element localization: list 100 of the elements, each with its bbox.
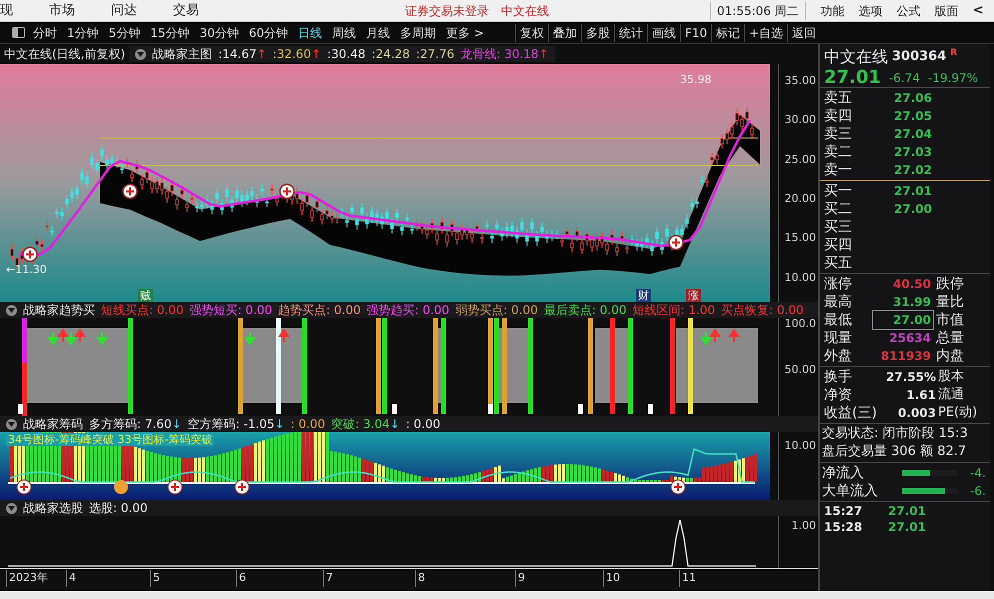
up-arrow-icon	[728, 329, 739, 343]
stat-label: 跌停	[936, 275, 964, 293]
indicator-value: 最后卖点: 0.00	[544, 304, 626, 316]
indicator-value: :27.76	[416, 48, 454, 60]
menu-item[interactable]: 选项	[858, 2, 883, 20]
change-percent: -19.97%	[928, 70, 978, 87]
stat-label: 最高	[824, 293, 853, 311]
indicator-value: 强势短买: 0.00	[190, 304, 272, 316]
stat-label: 量比	[936, 293, 964, 311]
indicator-value: : 0.00	[290, 418, 326, 430]
flow-label: 大单流入	[822, 482, 879, 500]
buy-signal-icon	[234, 480, 250, 494]
stat-value: 811939	[880, 348, 932, 365]
up-arrow-icon	[74, 329, 85, 343]
low-price-label: ←11.30	[6, 262, 47, 278]
collapse-icon[interactable]	[6, 502, 17, 514]
indicator-value: :24.28	[372, 48, 410, 60]
period-tab[interactable]: 月线	[366, 24, 390, 42]
period-tab[interactable]: 30分钟	[200, 24, 239, 42]
signal-mark	[18, 404, 23, 414]
toolbar-button[interactable]: 画线	[647, 24, 680, 42]
indicator-value: 短线区间: 1.00	[632, 304, 716, 316]
indicator-value: 买点恢复: 0.00	[721, 304, 804, 316]
status-line: 盘后交易量 306 额 82.7	[822, 443, 968, 461]
flow-value: -4.	[970, 465, 986, 482]
collapse-icon[interactable]	[6, 304, 17, 316]
stock-label: 中文在线(日线,前复权)	[4, 46, 126, 63]
period-tab[interactable]: 15分钟	[150, 24, 190, 42]
period-tab[interactable]: 60分钟	[248, 24, 288, 42]
stat-label: 内盘	[936, 347, 964, 365]
period-tab[interactable]: 多周期	[400, 24, 436, 42]
order-level-label: 卖一	[824, 161, 853, 179]
indicator-value: 趋势买点: 0.00	[278, 304, 361, 316]
axis-label: 8	[415, 570, 425, 586]
axis-label: 10.00	[784, 272, 816, 283]
signal-dot-icon	[114, 480, 128, 494]
menu-item[interactable]: 版面	[934, 2, 959, 20]
collapse-icon[interactable]	[6, 418, 17, 430]
indicator-value: 弱势买点: 0.00	[455, 304, 538, 316]
signal-mark	[578, 404, 583, 414]
period-tab[interactable]: 分时	[33, 24, 57, 42]
stat-label: 最低	[824, 311, 853, 329]
flow-value: -6.	[970, 483, 986, 500]
stock-code: 300364	[892, 48, 946, 66]
menu-item[interactable]: 现	[0, 0, 13, 20]
menu-item[interactable]: 功能	[820, 2, 845, 20]
menu-item[interactable]: 市场	[49, 0, 75, 20]
axis-label: 9	[515, 570, 525, 586]
stat-label: 市值	[936, 311, 964, 329]
buy-signal-icon	[168, 480, 182, 494]
toolbar-button[interactable]: 复权	[515, 24, 548, 42]
collapse-button[interactable]: <	[972, 0, 984, 20]
period-tab[interactable]: 日线	[298, 24, 322, 42]
stat-value: 40.50	[892, 276, 932, 293]
indicator-value: :32.60↑	[272, 48, 322, 60]
axis-label: 5	[150, 570, 160, 586]
toolbar-button[interactable]: +自选	[744, 24, 788, 42]
order-level-label: 买五	[824, 254, 853, 272]
menu-item[interactable]: 公式	[896, 2, 921, 20]
toolbar-button[interactable]: 返回	[787, 24, 820, 42]
menu-item[interactable]: 交易	[173, 0, 199, 20]
axis-label: 15.00	[784, 232, 816, 243]
last-price: 27.01	[824, 69, 881, 87]
order-price: 27.00	[894, 201, 932, 218]
notice-text: 中文在线	[501, 2, 549, 20]
stat-value: 27.00	[872, 310, 934, 330]
collapse-icon[interactable]	[135, 48, 146, 60]
order-level-label: 卖二	[824, 143, 853, 161]
menu-item[interactable]: 问达	[111, 0, 137, 20]
toolbar-button[interactable]: 叠加	[548, 24, 581, 42]
axis-label: 20.00	[784, 193, 816, 204]
stat-label: 换手	[824, 368, 853, 386]
notice-text: 证券交易未登录	[405, 2, 489, 20]
period-tab[interactable]: 1分钟	[67, 24, 99, 42]
signal-mark	[488, 404, 493, 414]
up-arrow-icon	[709, 329, 720, 343]
toolbar-button[interactable]: 标记	[711, 24, 744, 42]
period-tab[interactable]: 周线	[332, 24, 356, 42]
order-price: 27.01	[894, 183, 932, 200]
buy-signal-icon	[22, 246, 38, 262]
period-tab[interactable]: 5分钟	[108, 24, 140, 42]
stat-label: 外盘	[824, 347, 853, 365]
toolbar-button[interactable]: F10	[680, 24, 712, 42]
stat-label: 总量	[936, 329, 964, 347]
event-marker: 财	[636, 289, 651, 302]
order-level-label: 买三	[824, 218, 853, 236]
buy-signal-icon	[668, 234, 684, 250]
stat-value: 1.61	[905, 387, 936, 404]
rating-label: R	[950, 47, 958, 60]
axis-label: 25.00	[784, 154, 816, 165]
panel-toggle-icon[interactable]	[12, 27, 25, 38]
toolbar-button[interactable]: 多股	[581, 24, 614, 42]
buy-signal-icon	[279, 184, 295, 200]
period-tab[interactable]: 更多 >	[446, 24, 484, 42]
toolbar-button[interactable]: 统计	[614, 24, 647, 42]
order-level-label: 买四	[824, 236, 853, 254]
stat-value: 31.99	[892, 294, 932, 311]
buy-signal-icon	[16, 480, 32, 494]
stat-label: 流通	[938, 386, 964, 404]
tick-time: 15:27	[824, 503, 864, 520]
